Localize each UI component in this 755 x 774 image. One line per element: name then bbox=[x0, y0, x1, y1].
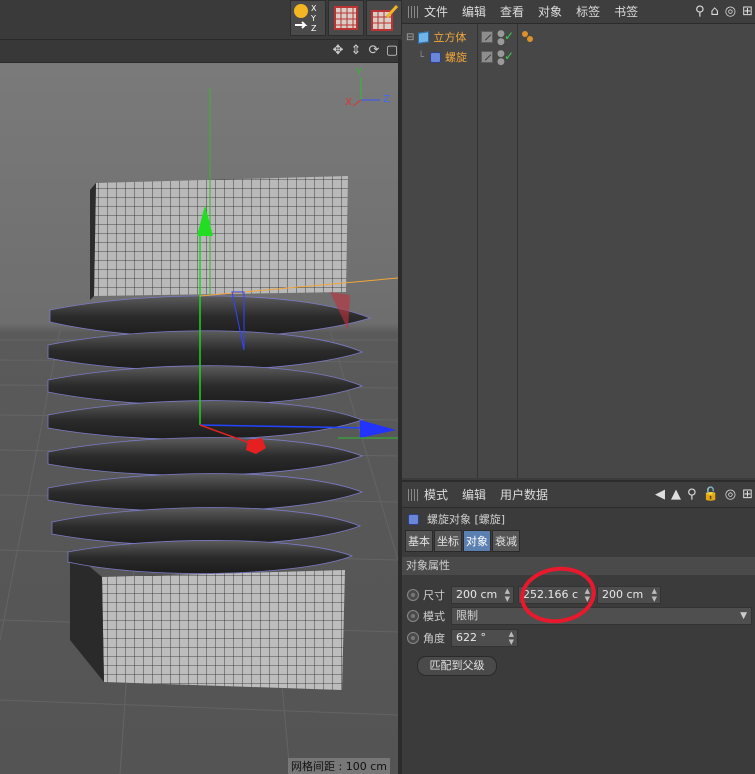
menu-bookmarks[interactable]: 书签 bbox=[614, 3, 638, 20]
menu-view[interactable]: 查看 bbox=[500, 3, 524, 20]
scene-render bbox=[0, 78, 398, 774]
size-x-field[interactable]: 200 cm ▲ ▼ bbox=[451, 586, 514, 604]
visibility-icon[interactable] bbox=[481, 51, 493, 63]
menu-edit[interactable]: 编辑 bbox=[462, 3, 486, 20]
tab-coord[interactable]: 坐标 bbox=[434, 530, 462, 552]
visibility-icon[interactable] bbox=[481, 31, 493, 43]
axis-z-label: Z bbox=[383, 94, 390, 105]
keyframe-radio[interactable] bbox=[407, 589, 419, 601]
tab-object[interactable]: 对象 bbox=[463, 530, 491, 552]
panel-grip-icon[interactable] bbox=[408, 5, 418, 18]
object-manager-menubar: 文件 编辑 查看 对象 标签 书签 ⚲ ⌂ ◎ ⊞ bbox=[402, 0, 755, 24]
settings-icon[interactable]: ◎ bbox=[725, 4, 736, 19]
maximize-view-icon[interactable]: ▢ bbox=[385, 43, 399, 59]
search-icon[interactable]: ⚲ bbox=[695, 4, 705, 19]
enabled-check-icon[interactable]: ✓ bbox=[504, 49, 514, 63]
viewport-header: ✥ ⇕ ⟳ ▢ bbox=[0, 40, 401, 63]
new-window-icon[interactable]: ⊞ bbox=[742, 4, 753, 19]
mode-label: 模式 bbox=[423, 610, 445, 623]
angle-row: 角度 622 ° ▲ ▼ bbox=[402, 628, 755, 648]
list-item[interactable]: └ 螺旋 ● ● ✓ bbox=[402, 47, 755, 67]
dolly-view-icon[interactable]: ⇕ bbox=[349, 43, 363, 59]
menu-edit[interactable]: 编辑 bbox=[462, 486, 486, 503]
object-list: ⊟ 立方体 ● ● ✓ └ 螺旋 ● ● ✓ bbox=[402, 24, 755, 478]
axis-x-label: X bbox=[345, 97, 352, 108]
3d-viewport[interactable]: Y X Z 网格间距 : 100 cm bbox=[0, 63, 398, 774]
enabled-check-icon[interactable]: ✓ bbox=[504, 29, 514, 43]
svg-text:Y: Y bbox=[310, 14, 316, 23]
home-icon[interactable]: ⌂ bbox=[710, 4, 718, 19]
object-title: 螺旋对象 [螺旋] bbox=[402, 508, 755, 530]
size-z-field[interactable]: 200 cm ▲ ▼ bbox=[597, 586, 661, 604]
object-manager: 文件 编辑 查看 对象 标签 书签 ⚲ ⌂ ◎ ⊞ ⊟ 立方体 ● ● ✓ └ … bbox=[402, 0, 755, 478]
xyz-lock-icon[interactable]: X Y Z bbox=[290, 0, 326, 36]
attribute-manager: 模式 编辑 用户数据 ◀ ▲ ⚲ 🔓 ◎ ⊞ 螺旋对象 [螺旋] 基本 坐标 对… bbox=[402, 480, 755, 774]
angle-label: 角度 bbox=[423, 632, 445, 645]
list-item[interactable]: ⊟ 立方体 ● ● ✓ bbox=[402, 27, 755, 47]
tab-falloff[interactable]: 衰减 bbox=[492, 530, 520, 552]
up-arrow-icon[interactable]: ▲ bbox=[671, 487, 681, 502]
object-name[interactable]: 螺旋 bbox=[445, 49, 467, 65]
mode-dropdown[interactable]: 限制 ▼ bbox=[451, 607, 752, 625]
helix-icon bbox=[430, 51, 442, 63]
lock-icon[interactable]: 🔓 bbox=[703, 487, 719, 502]
move-view-icon[interactable]: ✥ bbox=[331, 43, 345, 59]
size-label: 尺寸 bbox=[423, 589, 445, 602]
attribute-manager-menubar: 模式 编辑 用户数据 ◀ ▲ ⚲ 🔓 ◎ ⊞ bbox=[402, 482, 755, 508]
svg-text:X: X bbox=[311, 4, 317, 13]
back-arrow-icon[interactable]: ◀ bbox=[655, 487, 665, 502]
helix-icon bbox=[408, 513, 419, 525]
target-icon[interactable]: ◎ bbox=[725, 487, 736, 502]
axis-y-label: Y bbox=[356, 67, 363, 78]
new-window-icon[interactable]: ⊞ bbox=[742, 487, 753, 502]
object-name[interactable]: 立方体 bbox=[433, 29, 466, 45]
cube-icon bbox=[418, 30, 430, 44]
menu-objects[interactable]: 对象 bbox=[538, 3, 562, 20]
match-to-parent-button[interactable]: 匹配到父级 bbox=[417, 656, 497, 676]
panel-grip-icon[interactable] bbox=[408, 488, 418, 501]
angle-field[interactable]: 622 ° ▲ ▼ bbox=[451, 629, 518, 647]
render-region-icon[interactable] bbox=[328, 0, 364, 36]
rotate-view-icon[interactable]: ⟳ bbox=[367, 43, 381, 59]
tree-collapse-icon[interactable]: ⊟ bbox=[406, 32, 414, 43]
grid-spacing-label: 网格间距 : 100 cm bbox=[288, 758, 390, 774]
svg-text:Z: Z bbox=[311, 24, 317, 33]
keyframe-radio[interactable] bbox=[407, 610, 419, 622]
menu-user-data[interactable]: 用户数据 bbox=[500, 486, 548, 503]
object-title-text: 螺旋对象 [螺旋] bbox=[427, 513, 506, 526]
menu-tags[interactable]: 标签 bbox=[576, 3, 600, 20]
tab-bar: 基本 坐标 对象 衰减 bbox=[402, 530, 755, 552]
top-toolbar: X Y Z bbox=[0, 0, 402, 40]
keyframe-radio[interactable] bbox=[407, 632, 419, 644]
menu-mode[interactable]: 模式 bbox=[424, 486, 448, 503]
render-settings-icon[interactable] bbox=[366, 0, 402, 36]
tab-basic[interactable]: 基本 bbox=[405, 530, 433, 552]
chevron-down-icon: ▼ bbox=[740, 611, 747, 621]
tag-icon[interactable] bbox=[520, 30, 536, 44]
search-icon[interactable]: ⚲ bbox=[687, 487, 697, 502]
menu-file[interactable]: 文件 bbox=[424, 3, 448, 20]
